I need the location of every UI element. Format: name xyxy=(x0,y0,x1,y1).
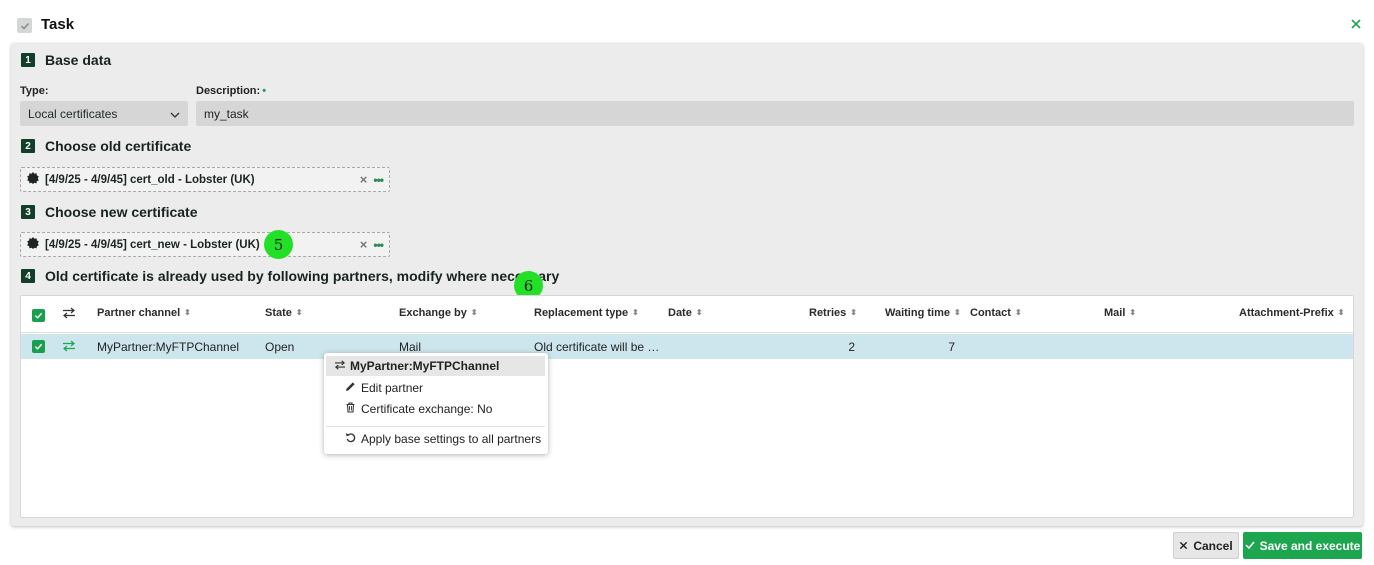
cell-exchange-by: Mail xyxy=(399,340,422,354)
menu-item-label: Apply base settings to all partners xyxy=(361,432,542,446)
old-certificate-field[interactable]: [4/9/25 - 4/9/45] cert_old - Lobster (UK… xyxy=(20,167,390,192)
step-number: 2 xyxy=(21,139,35,153)
sort-icon: ⬍ xyxy=(1129,308,1137,317)
menu-item-edit-partner[interactable]: Edit partner xyxy=(326,378,545,398)
select-all-checkbox[interactable] xyxy=(32,309,45,322)
col-label: Replacement type xyxy=(534,307,629,319)
clear-old-certificate-icon[interactable]: × xyxy=(360,172,368,187)
exchange-arrows-icon xyxy=(334,359,346,373)
menu-item-label: Edit partner xyxy=(361,381,424,395)
task-check-icon xyxy=(17,18,32,33)
col-replacement-type[interactable]: Replacement type ⬍ xyxy=(534,307,639,319)
certificate-seal-icon xyxy=(27,172,39,187)
menu-divider xyxy=(326,426,545,427)
step-partners: 4 Old certificate is already used by fol… xyxy=(21,268,559,284)
step-base-data: 1 Base data xyxy=(21,52,111,68)
marker-badge-5: 5 xyxy=(264,230,293,259)
exchange-arrows-icon[interactable] xyxy=(62,307,76,322)
dialog-title: Task xyxy=(41,16,75,33)
col-state[interactable]: State ⬍ xyxy=(265,307,303,319)
col-date[interactable]: Date ⬍ xyxy=(668,307,703,319)
cell-state: Open xyxy=(265,340,295,354)
new-certificate-field[interactable]: [4/9/25 - 4/9/45] cert_new - Lobster (UK… xyxy=(20,232,390,257)
partners-table: Partner channel ⬍ State ⬍ Exchange by ⬍ Rep… xyxy=(20,295,1354,518)
check-icon xyxy=(1245,539,1255,553)
close-icon[interactable] xyxy=(1349,17,1363,31)
cell-retries: 2 xyxy=(848,340,855,354)
cell-waiting-time: 7 xyxy=(948,340,955,354)
step-number: 3 xyxy=(21,205,35,219)
type-select-value: Local certificates xyxy=(28,106,118,121)
col-exchange-by[interactable]: Exchange by ⬍ xyxy=(399,307,478,319)
cell-replacement-type: Old certificate will be … xyxy=(534,340,660,354)
save-label: Save and execute xyxy=(1259,538,1361,553)
col-label: Partner channel xyxy=(97,307,181,319)
context-menu-header: MyPartner:MyFTPChannel xyxy=(326,356,545,376)
sort-icon: ⬍ xyxy=(295,308,303,317)
step-number: 4 xyxy=(21,269,35,283)
more-old-certificate-icon[interactable]: ••• xyxy=(373,173,384,187)
col-label: Waiting time xyxy=(885,307,950,319)
save-and-execute-button[interactable]: Save and execute xyxy=(1243,532,1362,559)
context-menu: MyPartner:MyFTPChannel Edit partner Cert… xyxy=(324,353,548,454)
sort-icon: ⬍ xyxy=(184,308,191,317)
close-icon xyxy=(1179,539,1188,553)
undo-icon xyxy=(345,432,356,446)
col-label: Attachment-Prefix xyxy=(1239,307,1334,319)
menu-item-label: Certificate exchange: No xyxy=(361,402,493,416)
menu-item-certificate-exchange[interactable]: Certificate exchange: No xyxy=(326,399,545,419)
col-partner-channel[interactable]: Partner channel ⬍ xyxy=(97,307,191,319)
sort-icon: ⬍ xyxy=(953,308,961,317)
menu-item-apply-base-settings[interactable]: Apply base settings to all partners xyxy=(326,429,545,449)
trash-icon xyxy=(345,402,356,416)
step-old-certificate: 2 Choose old certificate xyxy=(21,138,191,154)
col-label: State xyxy=(265,307,292,319)
type-select[interactable]: Local certificates xyxy=(20,101,188,126)
step-number: 1 xyxy=(21,53,35,67)
required-indicator: • xyxy=(262,85,267,97)
new-certificate-text: [4/9/25 - 4/9/45] cert_new - Lobster (UK… xyxy=(45,238,260,251)
sort-icon: ⬍ xyxy=(1337,308,1345,317)
step-title: Choose old certificate xyxy=(45,138,192,154)
col-contact[interactable]: Contact ⬍ xyxy=(970,307,1022,319)
step-title: Base data xyxy=(45,52,112,68)
col-label: Date xyxy=(668,307,692,319)
sort-icon: ⬍ xyxy=(632,308,639,317)
step-new-certificate: 3 Choose new certificate xyxy=(21,204,198,220)
table-row[interactable]: MyPartner:MyFTPChannel Open Mail Old cer… xyxy=(21,334,1353,359)
description-label-text: Description: xyxy=(196,85,261,97)
col-retries[interactable]: Retries ⬍ xyxy=(809,307,857,319)
col-attachment-prefix[interactable]: Attachment-Prefix ⬍ xyxy=(1239,307,1344,319)
chevron-down-icon xyxy=(170,107,180,121)
col-waiting-time[interactable]: Waiting time ⬍ xyxy=(885,307,961,319)
row-checkbox[interactable] xyxy=(32,340,45,353)
col-label: Mail xyxy=(1104,307,1126,319)
pencil-icon xyxy=(345,381,356,395)
more-new-certificate-icon[interactable]: ••• xyxy=(373,238,384,252)
col-label: Contact xyxy=(970,307,1011,319)
description-label: Description: • xyxy=(196,85,266,97)
sort-icon: ⬍ xyxy=(850,308,857,317)
step-title: Old certificate is already used by follo… xyxy=(45,268,560,284)
sort-icon: ⬍ xyxy=(470,308,478,317)
col-label: Retries xyxy=(809,307,847,319)
description-input[interactable]: my_task xyxy=(196,101,1354,126)
certificate-seal-icon xyxy=(27,237,39,252)
context-menu-header-label: MyPartner:MyFTPChannel xyxy=(350,359,500,373)
cancel-label: Cancel xyxy=(1193,538,1233,553)
sort-icon: ⬍ xyxy=(695,308,703,317)
step-title: Choose new certificate xyxy=(45,204,198,220)
sort-icon: ⬍ xyxy=(1014,308,1022,317)
table-header: Partner channel ⬍ State ⬍ Exchange by ⬍ Rep… xyxy=(21,296,1353,333)
clear-new-certificate-icon[interactable]: × xyxy=(360,237,368,252)
exchange-arrows-icon xyxy=(62,340,76,355)
type-label: Type: xyxy=(20,85,49,97)
old-certificate-text: [4/9/25 - 4/9/45] cert_old - Lobster (UK… xyxy=(45,173,255,186)
cell-partner-channel: MyPartner:MyFTPChannel xyxy=(97,340,240,354)
col-label: Exchange by xyxy=(399,307,467,319)
cancel-button[interactable]: Cancel xyxy=(1173,532,1239,559)
dialog-header: Task xyxy=(0,0,1374,44)
col-mail[interactable]: Mail ⬍ xyxy=(1104,307,1136,319)
